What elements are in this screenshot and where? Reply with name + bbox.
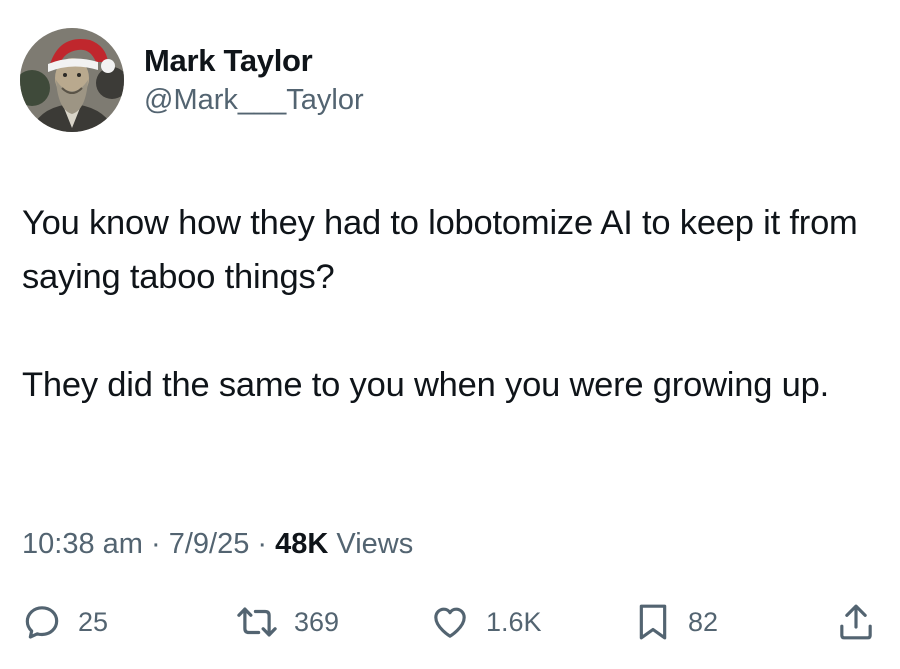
share-button[interactable] [836, 597, 876, 647]
bookmark-button[interactable]: 82 [634, 597, 718, 647]
reply-button[interactable]: 25 [22, 597, 108, 647]
retweet-button[interactable]: 369 [236, 597, 339, 647]
like-button[interactable]: 1.6K [430, 597, 542, 647]
like-count: 1.6K [486, 606, 542, 637]
tweet-date[interactable]: 7/9/25 [169, 528, 250, 560]
author-names: Mark Taylor @Mark___Taylor [144, 41, 364, 119]
tweet-paragraph-1: You know how they had to lobotomize AI t… [22, 204, 858, 296]
meta-separator: · [249, 528, 276, 560]
avatar-image [20, 28, 124, 132]
heart-icon [434, 607, 466, 638]
author-handle[interactable]: @Mark___Taylor [144, 81, 364, 119]
reply-count: 25 [78, 606, 109, 637]
author-display-name[interactable]: Mark Taylor [144, 41, 364, 81]
meta-separator: · [142, 528, 169, 560]
tweet-paragraph-2: They did the same to you when you were g… [22, 366, 829, 404]
reply-icon [25, 606, 59, 639]
avatar[interactable] [20, 28, 124, 132]
bookmark-icon [639, 604, 667, 640]
share-icon [840, 604, 872, 640]
tweet-header: Mark Taylor @Mark___Taylor [20, 28, 364, 132]
bookmark-count: 82 [688, 606, 719, 637]
tweet: Mark Taylor @Mark___Taylor You know how … [0, 0, 900, 669]
retweet-icon [237, 607, 277, 637]
tweet-meta: 10:38 am · 7/9/25 · 48K Views [22, 524, 413, 564]
tweet-time[interactable]: 10:38 am [22, 528, 143, 560]
retweet-count: 369 [294, 606, 340, 637]
tweet-text: You know how they had to lobotomize AI t… [22, 196, 882, 412]
views-label: Views [328, 528, 414, 560]
action-bar: 25 369 1.6K 82 [0, 597, 900, 647]
views-count: 48K [275, 528, 329, 560]
